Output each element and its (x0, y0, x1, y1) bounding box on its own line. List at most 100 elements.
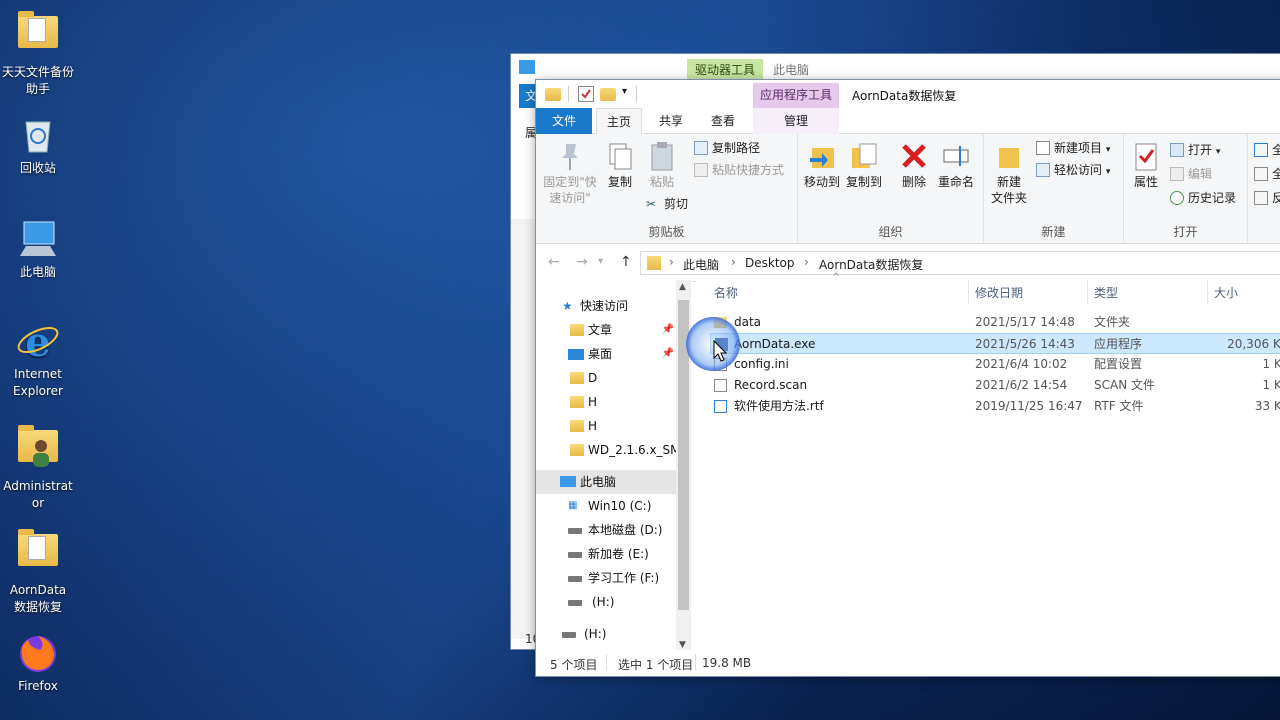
invert-selection-label: 反 (1272, 191, 1280, 205)
nav-quick-access[interactable]: ★ 快速访问 (536, 294, 676, 318)
nav-drive-c[interactable]: ▦ Win10 (C:) (536, 494, 676, 518)
status-size: 19.8 MB (702, 656, 752, 670)
back-context-tab[interactable]: 驱动器工具 (687, 59, 764, 81)
copy-path-icon (694, 141, 708, 155)
chevron-down-icon[interactable]: ▼ (679, 640, 686, 650)
nav-item-h-2[interactable]: H (536, 414, 676, 438)
copy-button[interactable]: 复制 (602, 140, 638, 190)
table-row-selected[interactable]: AornData.exe 2021/5/26 14:43 应用程序 20,306… (710, 333, 1280, 354)
properties-button[interactable]: 属性 (1128, 140, 1164, 190)
column-header-type[interactable]: 类型 (1094, 284, 1118, 301)
nav-item-wd[interactable]: WD_2.1.6.x_SM (536, 438, 676, 462)
column-header-name[interactable]: 名称 (714, 284, 738, 301)
desktop-icon-recycle-bin[interactable]: 回收站 (0, 112, 76, 177)
back-window-titlebar[interactable]: 驱动器工具 此电脑 (511, 54, 1280, 82)
context-tab-application-tools[interactable]: 应用程序工具 (753, 83, 839, 108)
desktop-icon-label: 天天文件备份助手 (1, 65, 74, 96)
folder-icon (570, 396, 584, 408)
new-item-button[interactable]: 新建项目 ▾ (1034, 138, 1110, 158)
nav-item-d[interactable]: D (536, 366, 676, 390)
desktop-icon-label: Firefox (18, 679, 58, 693)
paste-shortcut-label: 粘贴快捷方式 (712, 163, 785, 177)
nav-drive-d[interactable]: 本地磁盘 (D:) (536, 518, 676, 542)
nav-label: 桌面 (588, 347, 613, 361)
table-row[interactable]: Record.scan 2021/6/2 14:54 SCAN 文件 1 KB (710, 375, 1280, 396)
desktop-icon-ie[interactable]: e Internet Explorer (0, 318, 76, 400)
nav-item-h[interactable]: H (536, 390, 676, 414)
new-folder-button[interactable]: 新建 文件夹 (988, 140, 1030, 206)
up-arrow-icon[interactable]: ↑ (620, 254, 632, 270)
tab-home[interactable]: 主页 (596, 108, 642, 135)
tab-manage[interactable]: 管理 (753, 108, 839, 134)
chevron-down-icon[interactable]: ▾ (622, 86, 627, 97)
forward-arrow-icon[interactable]: → (576, 254, 588, 270)
paste-button[interactable]: 粘贴 (644, 140, 680, 190)
computer-icon (16, 216, 60, 260)
invert-selection-button[interactable]: 反 (1252, 188, 1280, 208)
chevron-up-icon[interactable]: ▲ (679, 282, 686, 292)
table-row[interactable]: 软件使用方法.rtf 2019/11/25 16:47 RTF 文件 33 KB (710, 396, 1280, 417)
chevron-down-icon[interactable]: ▾ (598, 256, 603, 267)
history-icon (1170, 191, 1184, 205)
edit-button[interactable]: 编辑 (1168, 164, 1212, 184)
nav-drive-e[interactable]: 新加卷 (E:) (536, 542, 676, 566)
column-header-size[interactable]: 大小 (1214, 284, 1238, 301)
copy-path-button[interactable]: 复制路径 (692, 138, 760, 158)
open-button[interactable]: 打开 ▾ (1168, 140, 1220, 160)
nav-item-desktop[interactable]: 桌面 📌 (536, 342, 676, 366)
titlebar[interactable]: ▾ 应用程序工具 AornData数据恢复 (536, 80, 1280, 108)
history-button[interactable]: 历史记录 (1168, 188, 1236, 208)
drive-icon (568, 552, 582, 558)
back-window-title: 此电脑 (773, 63, 810, 77)
desktop-icon-administrator[interactable]: Administrator (0, 424, 76, 512)
file-type: 应用程序 (1094, 337, 1143, 351)
breadcrumb-separator: › (804, 255, 809, 269)
breadcrumb-separator: › (669, 255, 674, 269)
explorer-window[interactable]: ▾ 应用程序工具 AornData数据恢复 文件 主页 共享 查看 管理 固定到… (535, 79, 1280, 677)
table-row[interactable]: data 2021/5/17 14:48 文件夹 (710, 312, 1280, 333)
tab-view[interactable]: 查看 (700, 108, 746, 134)
windows-drive-icon: ▦ (568, 500, 578, 511)
chevron-down-icon: ▾ (1105, 145, 1111, 155)
folder-doc-icon (16, 529, 60, 578)
select-none-button[interactable]: 全 (1252, 164, 1280, 184)
column-header-modified[interactable]: 修改日期 (975, 284, 1023, 301)
move-to-button[interactable]: 移动到 (802, 140, 842, 190)
back-arrow-icon[interactable]: ← (548, 254, 560, 270)
ribbon: 固定到"快速访问" 复制 粘贴 复制路径 粘贴快捷方式 ✂ 剪切 剪贴板 移动到… (536, 134, 1280, 244)
select-all-button[interactable]: 全 (1252, 140, 1280, 160)
rename-button[interactable]: 重命名 (936, 140, 976, 190)
desktop-icon-aorndata[interactable]: AornData数据恢复 (0, 528, 76, 616)
easy-access-button[interactable]: 轻松访问 ▾ (1034, 160, 1110, 180)
folder-icon (647, 256, 661, 270)
nav-label: 学习工作 (F:) (588, 571, 660, 585)
table-row[interactable]: config.ini 2021/6/4 10:02 配置设置 1 KB (710, 354, 1280, 375)
new-folder-quick-icon[interactable] (600, 88, 616, 101)
desktop-icon-this-pc[interactable]: 此电脑 (0, 216, 76, 281)
paste-shortcut-button[interactable]: 粘贴快捷方式 (692, 160, 784, 180)
scissors-icon: ✂ (646, 197, 657, 211)
breadcrumb-aorndata[interactable]: AornData数据恢复 (819, 256, 923, 273)
address-bar[interactable]: › 此电脑 › Desktop › AornData数据恢复 (640, 251, 1280, 275)
file-size: 1 KB (1262, 357, 1280, 371)
desktop-icon-firefox[interactable]: Firefox (0, 630, 76, 695)
pin-quick-access-button[interactable]: 固定到"快速访问" (540, 140, 600, 206)
nav-drive-h[interactable]: (H:) (536, 590, 676, 614)
nav-drive-f[interactable]: 学习工作 (F:) (536, 566, 676, 590)
breadcrumb-desktop[interactable]: Desktop (745, 256, 795, 270)
desktop-icon-backup[interactable]: 天天文件备份助手 (0, 10, 76, 98)
ribbon-group-new: 新建 文件夹 新建项目 ▾ 轻松访问 ▾ 新建 (984, 134, 1124, 244)
nav-label: 此电脑 (580, 475, 617, 489)
breadcrumb-this-pc[interactable]: 此电脑 (683, 256, 719, 273)
cut-button[interactable]: ✂ 剪切 (644, 194, 688, 214)
tab-share[interactable]: 共享 (648, 108, 694, 134)
nav-item-articles[interactable]: 文章 📌 (536, 318, 676, 342)
tab-file[interactable]: 文件 (536, 108, 592, 134)
nav-label: Win10 (C:) (588, 499, 652, 513)
nav-drive-h-root[interactable]: (H:) (536, 622, 676, 646)
nav-this-pc[interactable]: 此电脑 (536, 470, 676, 494)
delete-button[interactable]: 删除 (896, 140, 932, 190)
properties-quick-icon[interactable] (578, 86, 594, 102)
mouse-cursor-icon (713, 340, 727, 362)
copy-to-button[interactable]: 复制到 (844, 140, 884, 190)
